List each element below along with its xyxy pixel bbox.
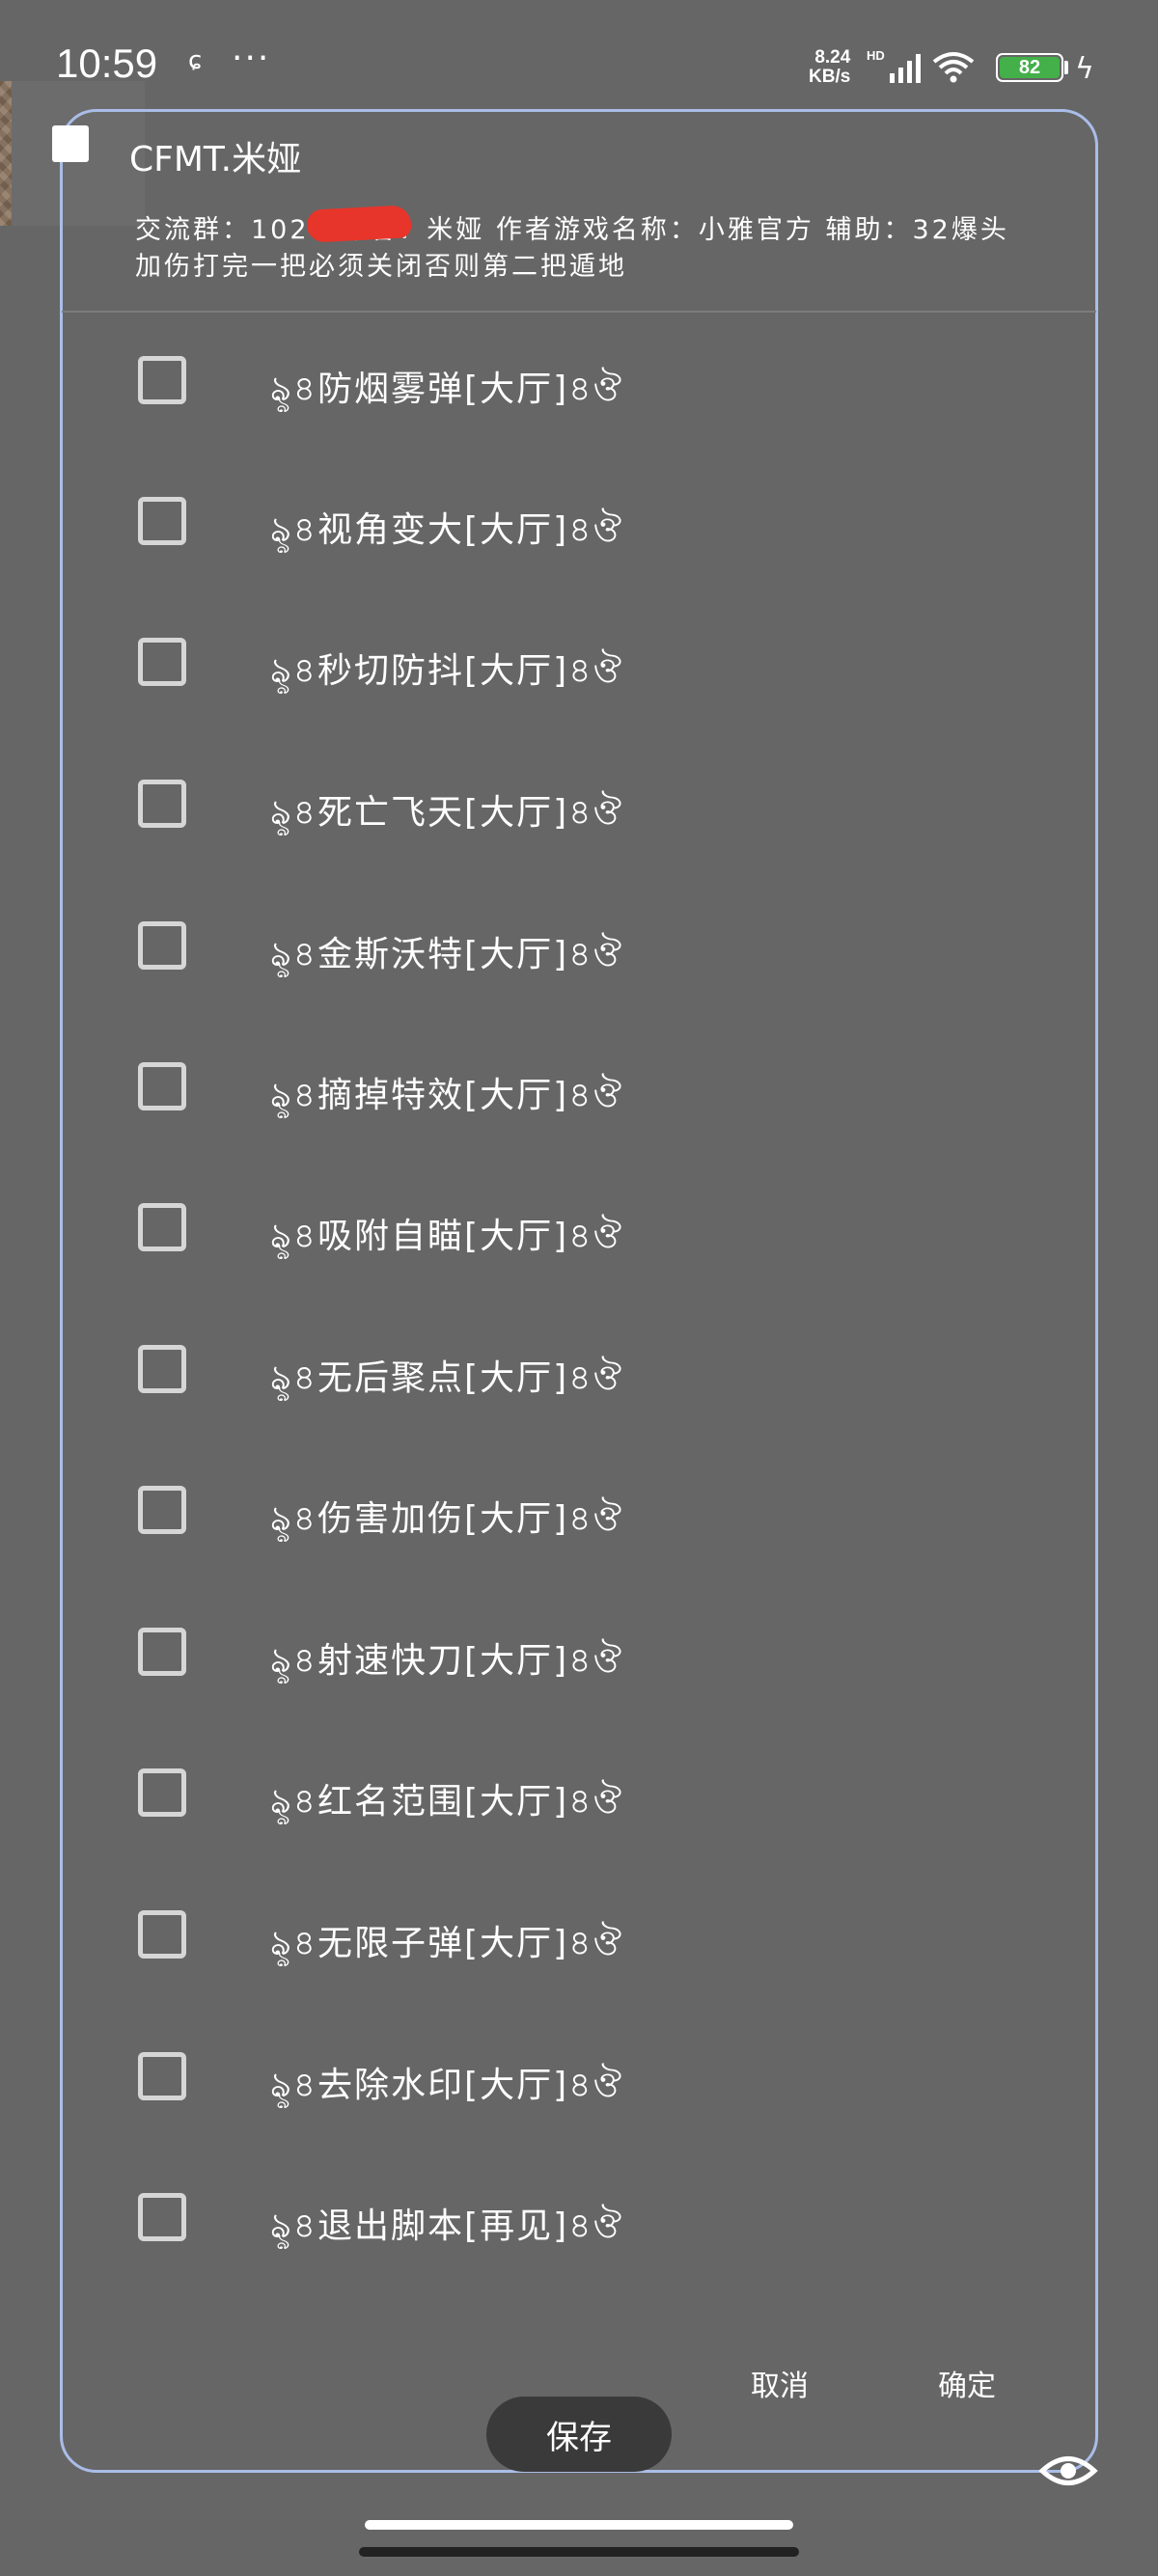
option-label: ৡ৪无后聚点[大厅]৪ঔ — [270, 1358, 624, 1398]
option-checkbox[interactable] — [138, 1486, 186, 1534]
option-row[interactable]: ৡ৪退出脚本[再见]৪ঔ — [135, 2190, 907, 2248]
option-checkbox[interactable] — [138, 1345, 186, 1393]
eye-icon[interactable] — [1038, 2449, 1098, 2493]
option-label: ৡ৪金斯沃特[大厅]৪ঔ — [270, 935, 624, 974]
option-row[interactable]: ৡ৪死亡飞天[大厅]৪ঔ — [135, 777, 907, 835]
option-label: ৡ৪去除水印[大厅]৪ঔ — [270, 2066, 624, 2105]
option-row[interactable]: ৡ৪金斯沃特[大厅]৪ঔ — [135, 918, 907, 976]
option-label: ৡ৪伤害加伤[大厅]৪ঔ — [270, 1499, 624, 1539]
option-checkbox[interactable] — [138, 1203, 186, 1251]
option-label: ৡ৪无限子弹[大厅]৪ঔ — [270, 1924, 624, 1963]
option-label: ৡ৪死亡飞天[大厅]৪ঔ — [270, 793, 624, 833]
wifi-icon — [932, 52, 975, 83]
script-dialog — [60, 109, 1098, 2473]
option-checkbox[interactable] — [138, 921, 186, 970]
network-speed: 8.24 KB/s — [809, 48, 850, 87]
battery-level: 82 — [1000, 57, 1060, 78]
network-speed-value: 8.24 — [814, 47, 851, 68]
more-notifications-icon: ··· — [232, 39, 271, 78]
status-time: 10:59 — [56, 41, 158, 86]
battery-tip — [1064, 61, 1068, 74]
option-checkbox[interactable] — [138, 2193, 186, 2241]
notification-icon: ɕ — [188, 46, 203, 75]
dialog-subtitle: 交流群：1020 作者：米娅 作者游戏名称：小雅官方 辅助：32爆头加伤打完一把… — [135, 215, 1009, 282]
option-checkbox[interactable] — [138, 780, 186, 828]
option-row[interactable]: ৡ৪射速快刀[大厅]৪ঔ — [135, 1625, 907, 1683]
confirm-button[interactable]: 确定 — [938, 2362, 996, 2404]
cancel-button[interactable]: 取消 — [751, 2362, 809, 2404]
option-row[interactable]: ৡ৪无限子弹[大厅]৪ঔ — [135, 1907, 907, 1965]
option-label: ৡ৪射速快刀[大厅]৪ঔ — [270, 1641, 624, 1681]
redaction-mark — [306, 205, 412, 243]
option-row[interactable]: ৡ৪吸附自瞄[大厅]৪ঔ — [135, 1200, 907, 1258]
signal-icon — [890, 54, 921, 83]
option-checkbox[interactable] — [138, 638, 186, 686]
option-label: ৡ৪秒切防抖[大厅]৪ঔ — [270, 651, 624, 691]
option-label: ৡ৪退出脚本[再见]৪ঔ — [270, 2206, 624, 2246]
option-checkbox[interactable] — [138, 497, 186, 545]
dialog-title: CFMT.米娅 — [129, 140, 302, 179]
option-checkbox[interactable] — [138, 356, 186, 404]
home-indicator[interactable] — [359, 2547, 799, 2557]
option-row[interactable]: ৡ৪防烟雾弹[大厅]৪ঔ — [135, 353, 907, 411]
option-checkbox[interactable] — [138, 1628, 186, 1676]
option-label: ৡ৪吸附自瞄[大厅]৪ঔ — [270, 1217, 624, 1256]
option-row[interactable]: ৡ৪无后聚点[大厅]৪ঔ — [135, 1342, 907, 1400]
network-speed-unit: KB/s — [809, 67, 851, 87]
option-row[interactable]: ৡ৪视角变大[大厅]৪ঔ — [135, 494, 907, 552]
header-divider — [62, 311, 1096, 313]
hd-badge: HD — [867, 48, 885, 63]
save-button[interactable]: 保存 — [486, 2397, 672, 2472]
option-label: ৡ৪防烟雾弹[大厅]৪ঔ — [270, 370, 624, 409]
option-label: ৡ৪红名范围[大厅]৪ঔ — [270, 1782, 624, 1822]
option-checkbox[interactable] — [138, 1910, 186, 1959]
option-checkbox[interactable] — [138, 1062, 186, 1110]
option-row[interactable]: ৡ৪伤害加伤[大厅]৪ঔ — [135, 1483, 907, 1541]
option-row[interactable]: ৡ৪秒切防抖[大厅]৪ঔ — [135, 635, 907, 693]
option-checkbox[interactable] — [138, 1768, 186, 1817]
header-checkbox[interactable] — [52, 125, 89, 162]
charging-icon: ϟ — [1075, 52, 1094, 86]
option-row[interactable]: ৡ৪摘掉特效[大厅]৪ঔ — [135, 1059, 907, 1117]
option-row[interactable]: ৡ৪红名范围[大厅]৪ঔ — [135, 1766, 907, 1823]
option-row[interactable]: ৡ৪去除水印[大厅]৪ঔ — [135, 2049, 907, 2107]
option-label: ৡ৪摘掉特效[大厅]৪ঔ — [270, 1076, 624, 1115]
option-checkbox[interactable] — [138, 2052, 186, 2100]
option-label: ৡ৪视角变大[大厅]৪ঔ — [270, 510, 624, 550]
gesture-bar-highlight — [365, 2520, 793, 2530]
battery-icon: 82 — [996, 53, 1063, 82]
